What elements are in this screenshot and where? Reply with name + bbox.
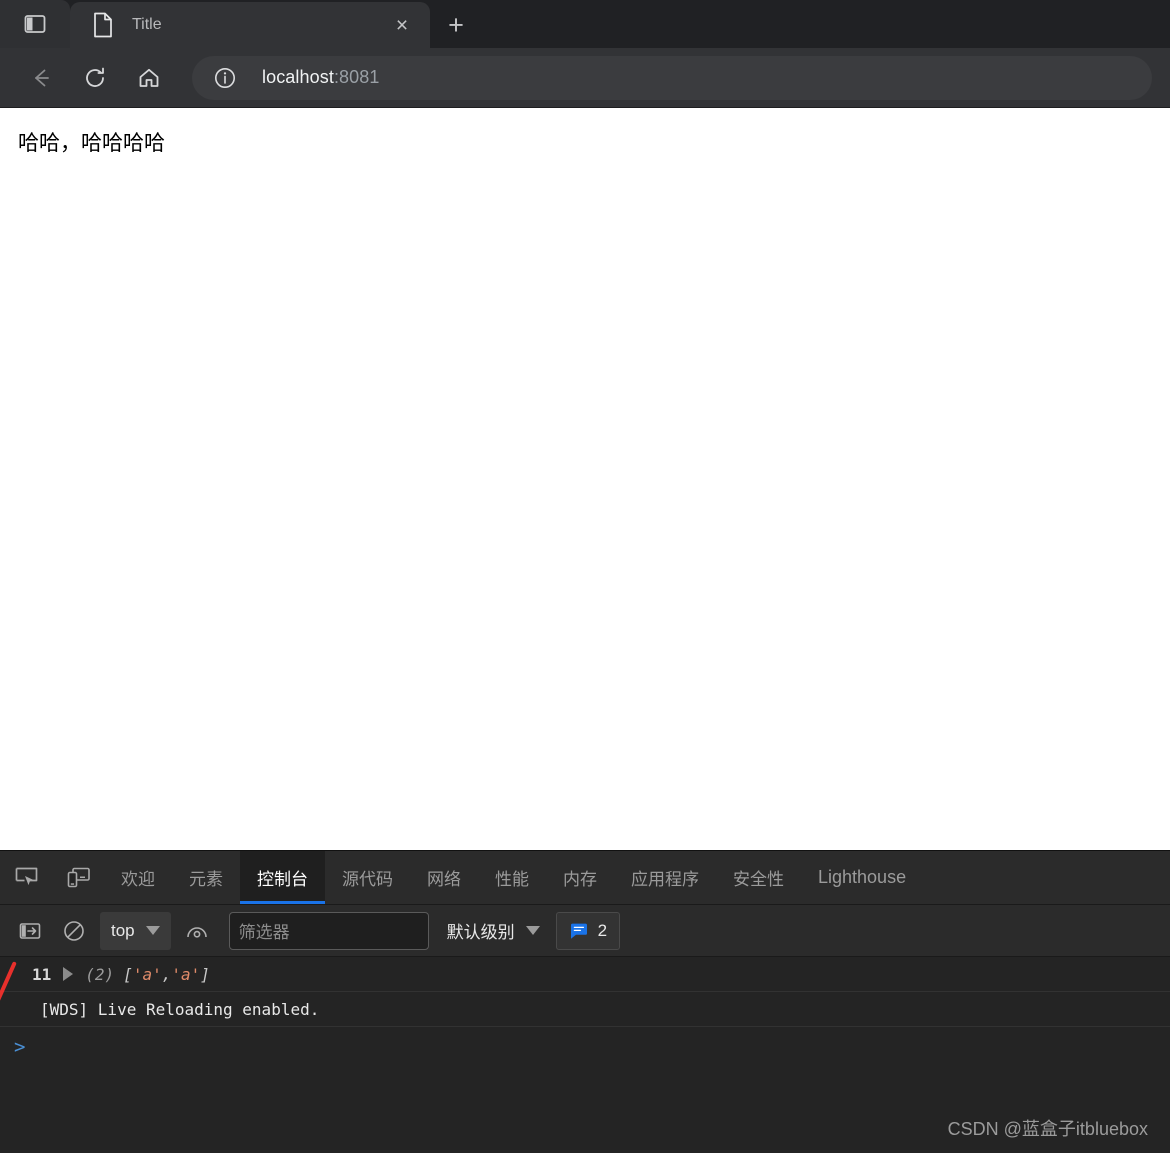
devtools-tab-network[interactable]: 网络	[410, 851, 478, 904]
devtools-tab-sources[interactable]: 源代码	[325, 851, 410, 904]
devtools-tab-welcome[interactable]: 欢迎	[104, 851, 172, 904]
device-toolbar-icon	[66, 865, 91, 890]
execution-context-value: top	[111, 920, 135, 940]
reload-icon	[82, 65, 108, 91]
message-bubble-icon	[569, 921, 589, 941]
close-icon[interactable]: ×	[388, 11, 416, 39]
console-filter-input[interactable]: 筛选器	[228, 911, 429, 950]
inspect-cursor-icon	[14, 865, 39, 890]
info-circle-icon[interactable]	[210, 63, 240, 93]
prompt-chevron-icon: >	[14, 1036, 26, 1058]
browser-tab[interactable]: Title ×	[70, 2, 430, 48]
tab-label: 安全性	[733, 870, 784, 889]
console-row-message[interactable]: [WDS] Live Reloading enabled.	[0, 992, 1170, 1027]
devtools-tab-application[interactable]: 应用程序	[614, 851, 716, 904]
log-level-value: 默认级别	[446, 923, 515, 942]
console-message-text: [WDS] Live Reloading enabled.	[40, 999, 320, 1019]
address-bar[interactable]: localhost:8081	[192, 55, 1152, 100]
console-prompt-row[interactable]: >	[0, 1027, 1170, 1067]
home-icon	[136, 65, 162, 91]
split-panel-icon	[24, 13, 46, 35]
back-button[interactable]	[18, 55, 64, 101]
arrow-left-icon	[28, 65, 54, 91]
console-sidebar-button[interactable]	[8, 909, 52, 953]
console-sidebar-icon	[18, 919, 42, 943]
array-length-label: (2)	[85, 964, 115, 984]
message-count-badge[interactable]: 2	[555, 911, 621, 950]
tab-label: 内存	[563, 870, 597, 889]
console-filter-placeholder: 筛选器	[238, 923, 290, 942]
split-panel-toggle-button[interactable]	[0, 0, 70, 48]
chevron-down-icon	[145, 926, 160, 935]
array-item-1: 'a'	[171, 964, 201, 984]
document-icon	[92, 12, 114, 38]
bracket-open: [	[123, 964, 133, 984]
devtools-tab-security[interactable]: 安全性	[716, 851, 801, 904]
tab-label: 欢迎	[121, 870, 155, 889]
tab-label: 源代码	[342, 870, 393, 889]
tab-label: 性能	[495, 870, 529, 889]
browser-tab-strip: Title × +	[0, 0, 1170, 48]
clear-console-icon	[62, 919, 86, 943]
console-row-array[interactable]: 11 (2) [ 'a' , 'a' ]	[0, 957, 1170, 1005]
inspect-element-button[interactable]	[0, 851, 52, 904]
message-count: 2	[597, 920, 608, 940]
chevron-down-icon	[525, 926, 540, 935]
log-level-select[interactable]: 默认级别	[447, 918, 540, 943]
devtools-panel: 欢迎 元素 控制台 源代码 网络 性能 内存 应用程序 安全性 Lighthou…	[0, 850, 1170, 1153]
tab-label: 控制台	[257, 870, 308, 889]
tab-label: 网络	[427, 870, 461, 889]
tab-label: 应用程序	[631, 870, 699, 889]
bracket-close: ]	[200, 964, 210, 984]
device-toolbar-button[interactable]	[52, 851, 104, 904]
devtools-tab-performance[interactable]: 性能	[478, 851, 546, 904]
page-viewport: 哈哈，哈哈哈哈	[0, 108, 1170, 850]
devtools-tab-lighthouse[interactable]: Lighthouse	[801, 851, 923, 904]
live-expression-eye-icon	[185, 920, 209, 942]
reload-button[interactable]	[72, 55, 118, 101]
devtools-tab-bar: 欢迎 元素 控制台 源代码 网络 性能 内存 应用程序 安全性 Lighthou…	[0, 851, 1170, 905]
csdn-watermark: CSDN @蓝盒子itbluebox	[947, 1119, 1148, 1139]
devtools-tab-console[interactable]: 控制台	[240, 851, 325, 904]
browser-tab-title: Title	[132, 16, 162, 33]
execution-context-select[interactable]: top	[100, 911, 171, 950]
devtools-tab-elements[interactable]: 元素	[172, 851, 240, 904]
url-port: :8081	[333, 67, 380, 87]
clear-console-button[interactable]	[52, 909, 96, 953]
expand-triangle-icon[interactable]	[63, 967, 74, 981]
array-separator: ,	[161, 964, 172, 984]
address-bar-url: localhost:8081	[262, 67, 380, 88]
browser-nav-bar: localhost:8081	[0, 48, 1170, 108]
tab-label: Lighthouse	[818, 867, 907, 887]
devtools-tab-memory[interactable]: 内存	[546, 851, 614, 904]
page-body-text: 哈哈，哈哈哈哈	[18, 132, 165, 155]
live-expression-button[interactable]	[175, 909, 219, 953]
tab-label: 元素	[189, 870, 223, 889]
new-tab-button[interactable]: +	[430, 2, 482, 48]
url-host: localhost	[262, 67, 334, 87]
console-line-number: 11	[32, 964, 52, 984]
array-item-0: 'a'	[132, 964, 162, 984]
console-toolbar: top 筛选器 默认级别 2	[0, 905, 1170, 957]
home-button[interactable]	[126, 55, 172, 101]
